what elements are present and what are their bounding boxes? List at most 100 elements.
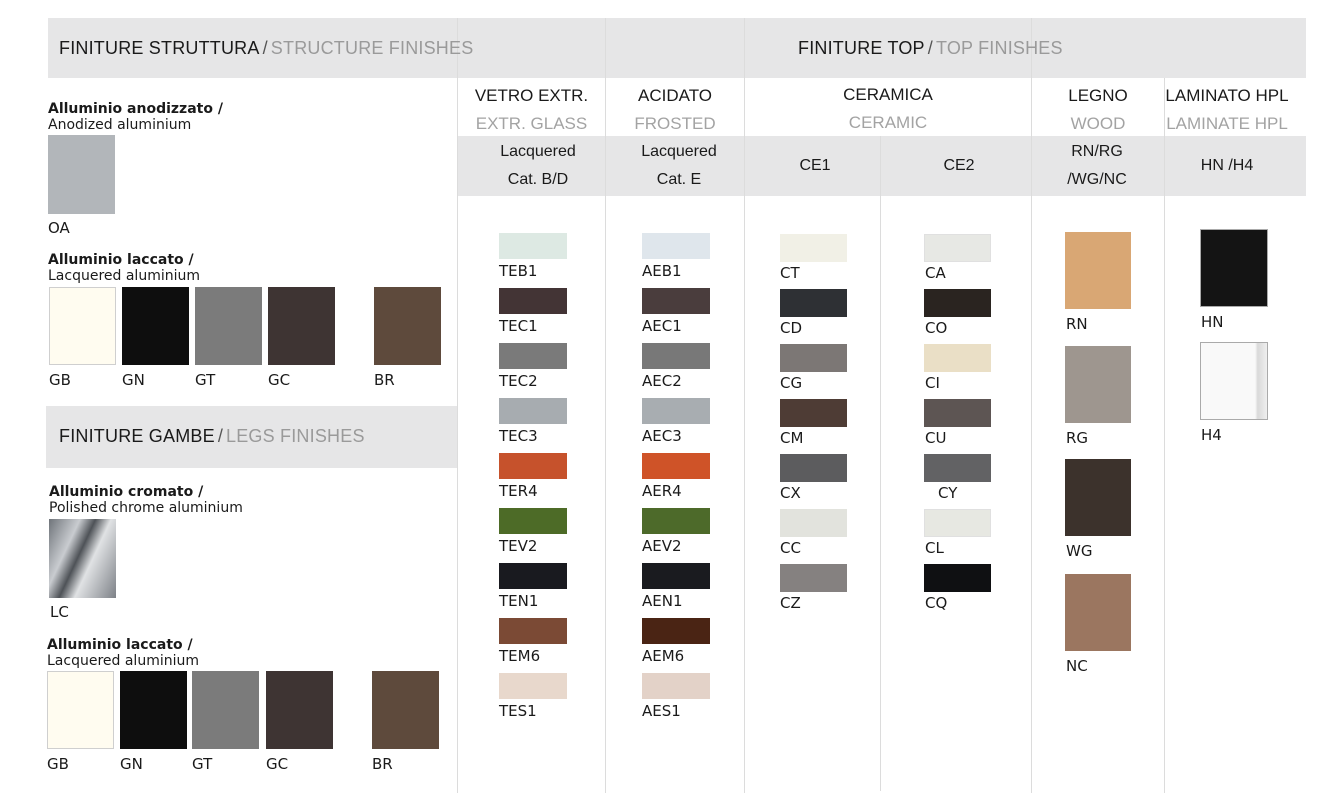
- heading-english: STRUCTURE FINISHES: [270, 38, 474, 58]
- top-finishes-heading: FINITURE TOP / TOP FINISHES: [798, 38, 1063, 59]
- finish-code-label: TES1: [499, 702, 537, 720]
- finish-swatch-tec3: [499, 398, 567, 424]
- finish-swatch-ter4: [499, 453, 567, 479]
- finish-swatch-tec2: [499, 343, 567, 369]
- finish-code-label: TEM6: [499, 647, 541, 665]
- finish-code-label: GB: [47, 755, 69, 773]
- subheader-line: Cat. B/D: [507, 171, 569, 188]
- finish-swatch-cl: [924, 509, 991, 537]
- finish-swatch-rn: [1065, 232, 1131, 309]
- subheader-line: /WG/NC: [1067, 171, 1127, 188]
- column-title-laminate: LAMINATO HPL LAMINATE HPL: [1165, 82, 1289, 138]
- finish-code-label: TER4: [499, 482, 538, 500]
- column-title-glass: VETRO EXTR. EXTR. GLASS: [458, 82, 605, 138]
- finish-swatch-cz: [780, 564, 847, 592]
- group-anodized: Alluminio anodizzato / Anodized aluminiu…: [48, 101, 223, 133]
- finish-code-label: AEB1: [642, 262, 682, 280]
- heading-italian: FINITURE TOP: [798, 38, 925, 58]
- column-title-it: LEGNO: [1068, 86, 1128, 105]
- finish-code-label: AEC1: [642, 317, 682, 335]
- group-label-it: Alluminio anodizzato /: [48, 101, 223, 117]
- finish-code-label: TEC2: [499, 372, 538, 390]
- group-label-it: Alluminio laccato /: [48, 252, 194, 268]
- finish-swatch-nc: [1065, 574, 1131, 651]
- finish-code-label: CD: [780, 319, 803, 337]
- finish-code-label: CG: [780, 374, 803, 392]
- finish-swatch-aer4: [642, 453, 710, 479]
- column-title-it: CERAMICA: [843, 85, 933, 104]
- finish-swatch-ct: [780, 234, 847, 262]
- finish-code-label: CT: [780, 264, 800, 282]
- finish-code-label: AEN1: [642, 592, 683, 610]
- finish-swatch-wg: [1065, 459, 1131, 536]
- finish-code-label: HN: [1201, 313, 1224, 331]
- finish-swatch-aeb1: [642, 233, 710, 259]
- subheader-laminate: HN /H4: [1165, 138, 1289, 194]
- subheader-line: Lacquered: [500, 143, 576, 160]
- finish-swatch-aec2: [642, 343, 710, 369]
- finish-code-label: TEN1: [499, 592, 539, 610]
- finish-swatch-gn: [120, 671, 187, 749]
- finish-code-label: LC: [50, 603, 69, 621]
- finish-code-label: CA: [925, 264, 946, 282]
- subheader-ce1: CE1: [745, 138, 885, 194]
- finish-code-label: AER4: [642, 482, 682, 500]
- finish-swatch-hn: [1200, 229, 1268, 307]
- group-label-en: Anodized aluminium: [48, 117, 192, 133]
- finish-code-label: AEC3: [642, 427, 682, 445]
- finish-swatch-tes1: [499, 673, 567, 699]
- column-title-frosted: ACIDATO FROSTED: [606, 82, 744, 138]
- finish-code-label: BR: [374, 371, 395, 389]
- finish-swatch-cy: [924, 454, 991, 482]
- finish-swatch-oa: [48, 135, 115, 214]
- finish-code-label: AEV2: [642, 537, 682, 555]
- finish-swatch-tem6: [499, 618, 567, 644]
- heading-separator: /: [217, 426, 224, 446]
- group-label-en: Lacquered aluminium: [48, 268, 200, 284]
- column-title-en: CERAMIC: [848, 113, 928, 132]
- finish-swatch-lc: [49, 519, 116, 598]
- finish-code-label: AEM6: [642, 647, 685, 665]
- heading-english: LEGS FINISHES: [226, 426, 365, 446]
- subheader-line: RN/RG: [1071, 143, 1123, 160]
- finish-swatch-aes1: [642, 673, 710, 699]
- finish-swatch-cq: [924, 564, 991, 592]
- finish-swatch-cc: [780, 509, 847, 537]
- subheader-line: CE2: [943, 157, 975, 174]
- finish-code-label: GN: [122, 371, 145, 389]
- subheader-ce2: CE2: [881, 138, 1037, 194]
- finish-swatch-gb: [49, 287, 116, 365]
- subheader-line: Cat. E: [656, 171, 702, 188]
- finish-swatch-aen1: [642, 563, 710, 589]
- finish-swatch-gn: [122, 287, 189, 365]
- heading-separator: /: [262, 38, 268, 58]
- finish-code-label: CI: [925, 374, 940, 392]
- finish-swatch-ci: [924, 344, 991, 372]
- finish-code-label: CC: [780, 539, 801, 557]
- finish-swatch-rg: [1065, 346, 1131, 423]
- finish-code-label: NC: [1066, 657, 1088, 675]
- finish-code-label: TEV2: [499, 537, 538, 555]
- column-title-it: ACIDATO: [638, 86, 712, 105]
- group-label-it: Alluminio cromato /: [49, 484, 204, 500]
- subheader-wood: RN/RG/WG/NC: [1032, 138, 1162, 194]
- finish-code-label: WG: [1066, 542, 1093, 560]
- subheader-frosted: Lacquered Cat. E: [606, 138, 752, 194]
- group-label-it: Alluminio laccato /: [47, 637, 193, 653]
- finish-code-label: RN: [1066, 315, 1088, 333]
- finish-swatch-teb1: [499, 233, 567, 259]
- finish-code-label: CO: [925, 319, 948, 337]
- finish-code-label: GC: [268, 371, 291, 389]
- column-title-en: FROSTED: [634, 114, 716, 133]
- finish-code-label: CU: [925, 429, 947, 447]
- finish-code-label: GT: [192, 755, 213, 773]
- subheader-line: HN /H4: [1200, 157, 1254, 174]
- subheader-glass: Lacquered Cat. B/D: [458, 138, 618, 194]
- column-title-en: EXTR. GLASS: [475, 114, 588, 133]
- finish-code-label: CY: [938, 484, 958, 502]
- finish-code-label: CX: [780, 484, 801, 502]
- finish-swatch-cu: [924, 399, 991, 427]
- finish-code-label: OA: [48, 219, 70, 237]
- column-title-en: LAMINATE HPL: [1166, 114, 1288, 133]
- heading-separator: /: [927, 38, 933, 58]
